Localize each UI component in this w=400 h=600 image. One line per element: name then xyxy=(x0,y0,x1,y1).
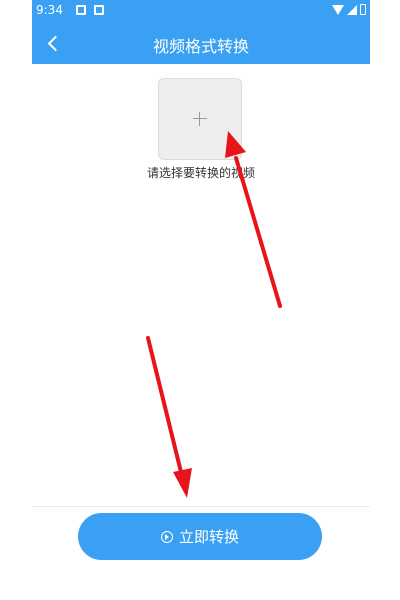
app-screen: 9:34 视频格式转换 请选择要转换的视频 立即转换 xyxy=(32,0,370,600)
status-bar: 9:34 xyxy=(32,0,370,22)
battery-icon xyxy=(360,4,366,15)
convert-now-button[interactable]: 立即转换 xyxy=(78,513,322,560)
wifi-icon xyxy=(332,4,344,15)
status-notification-icons xyxy=(76,5,104,15)
page-title: 视频格式转换 xyxy=(152,37,249,56)
convert-now-label: 立即转换 xyxy=(178,528,239,546)
select-video-hint: 请选择要转换的视频 xyxy=(146,166,255,180)
notification-icon xyxy=(94,5,104,15)
status-time: 9:34 xyxy=(36,3,63,17)
plus-icon xyxy=(193,112,207,126)
image-notification-icon xyxy=(76,5,86,15)
status-system-icons xyxy=(332,4,366,15)
play-circle-icon xyxy=(160,530,173,543)
add-video-button[interactable] xyxy=(158,78,242,160)
bottom-divider xyxy=(32,506,370,507)
signal-icon xyxy=(347,4,357,15)
title-bar: 视频格式转换 xyxy=(32,22,370,64)
